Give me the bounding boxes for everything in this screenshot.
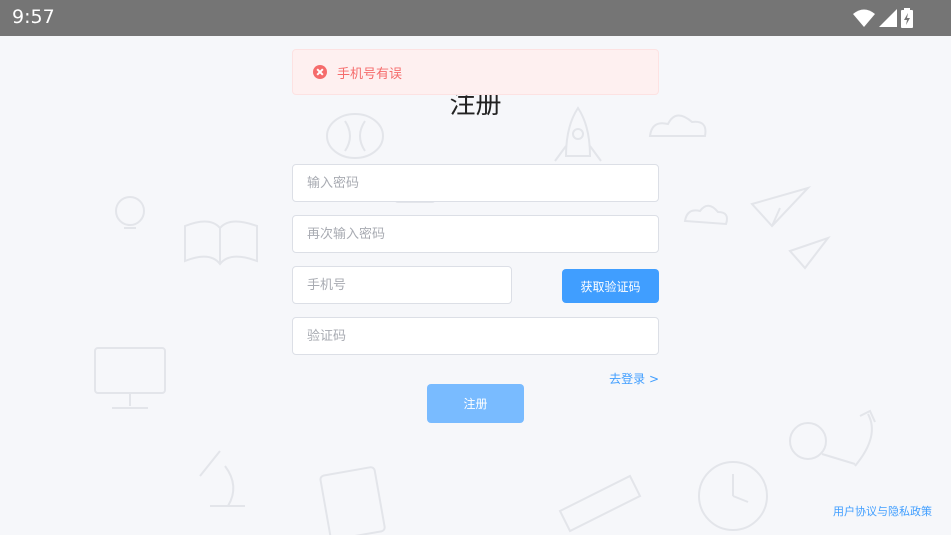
- wifi-icon: [853, 9, 875, 27]
- ruler-doodle: [558, 474, 642, 533]
- cloud-doodle-2: [683, 204, 728, 226]
- monitor-doodle: [94, 347, 166, 409]
- password-input[interactable]: [292, 164, 659, 202]
- magnifier-doodle: [789, 422, 856, 465]
- book-doodle: [184, 220, 258, 266]
- clipboard-doodle: [319, 466, 386, 535]
- paper-plane-doodle: [750, 186, 812, 228]
- register-button[interactable]: 注册: [427, 384, 524, 423]
- status-bar: 9:57: [0, 0, 951, 36]
- error-toast: 手机号有误: [292, 49, 659, 95]
- microscope-doodle: [199, 450, 245, 507]
- status-icons: [853, 8, 913, 28]
- verification-code-input[interactable]: [292, 317, 659, 355]
- clock-doodle: [698, 461, 768, 531]
- error-circle-icon: [313, 65, 327, 79]
- arrow-doodle: [854, 409, 876, 467]
- user-agreement-privacy-link[interactable]: 用户协议与隐私政策: [833, 503, 932, 519]
- status-time: 9:57: [12, 6, 55, 28]
- signal-icon: [879, 9, 897, 27]
- go-login-link[interactable]: 去登录 >: [609, 370, 659, 387]
- error-toast-message: 手机号有误: [337, 66, 403, 82]
- phone-input[interactable]: [292, 266, 512, 304]
- get-code-button[interactable]: 获取验证码: [562, 269, 659, 303]
- confirm-password-input[interactable]: [292, 215, 659, 253]
- battery-charging-icon: [901, 8, 913, 28]
- paper-plane-doodle-2: [788, 235, 831, 270]
- lightbulb-doodle: [115, 196, 145, 229]
